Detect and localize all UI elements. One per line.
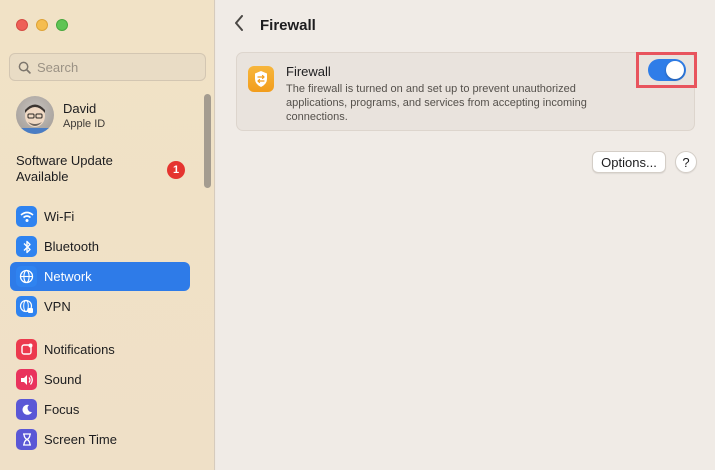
account-subtitle: Apple ID — [63, 117, 106, 130]
sidebar-group-network: Wi-Fi Bluetooth Network VPN — [10, 202, 190, 322]
sidebar-group-notifications: Notifications Sound Focus Screen Time — [10, 335, 190, 455]
search-placeholder: Search — [37, 59, 79, 75]
sidebar-item-sound[interactable]: Sound — [10, 365, 190, 394]
toggle-highlight-box — [636, 52, 697, 88]
hourglass-icon — [16, 429, 37, 450]
main-pane: Firewall Firewall The firewall is turned… — [216, 0, 715, 470]
minimize-button[interactable] — [36, 19, 48, 31]
settings-window: Search David Apple ID Software Update Av… — [0, 0, 715, 470]
firewall-icon — [248, 66, 274, 92]
globe-icon — [16, 266, 37, 287]
sidebar-item-focus[interactable]: Focus — [10, 395, 190, 424]
sidebar: Search David Apple ID Software Update Av… — [0, 0, 215, 470]
wifi-icon — [16, 206, 37, 227]
apple-id-account[interactable]: David Apple ID — [16, 96, 105, 134]
search-input[interactable]: Search — [9, 53, 206, 81]
software-update-label: Software Update Available — [16, 153, 113, 184]
sidebar-item-screen-time[interactable]: Screen Time — [10, 425, 190, 454]
sidebar-item-bluetooth[interactable]: Bluetooth — [10, 232, 190, 261]
page-title: Firewall — [260, 17, 316, 34]
toggle-knob — [665, 61, 684, 79]
sidebar-item-label: Bluetooth — [44, 239, 99, 254]
window-controls — [16, 19, 68, 31]
sidebar-item-label: Network — [44, 269, 92, 284]
sidebar-item-label: Notifications — [44, 342, 115, 357]
software-update-item[interactable]: Software Update Available 1 — [16, 153, 191, 185]
moon-icon — [16, 399, 37, 420]
sidebar-item-network[interactable]: Network — [10, 262, 190, 291]
firewall-description: The firewall is turned on and set up to … — [286, 83, 587, 123]
sidebar-scrollbar[interactable] — [204, 94, 211, 188]
bluetooth-icon — [16, 236, 37, 257]
sidebar-item-label: Focus — [44, 402, 80, 417]
sidebar-item-label: Sound — [44, 372, 82, 387]
sidebar-item-vpn[interactable]: VPN — [10, 292, 190, 321]
avatar — [16, 96, 54, 134]
sidebar-item-label: Screen Time — [44, 432, 117, 447]
account-name: David — [63, 100, 97, 116]
sidebar-item-label: Wi-Fi — [44, 209, 75, 224]
back-chevron-icon[interactable] — [234, 14, 244, 37]
vpn-icon — [16, 296, 37, 317]
firewall-card: Firewall The firewall is turned on and s… — [236, 52, 695, 131]
close-button[interactable] — [16, 19, 28, 31]
search-icon — [18, 61, 31, 74]
pane-header: Firewall — [234, 14, 316, 37]
firewall-toggle[interactable] — [647, 59, 686, 81]
speaker-icon — [16, 369, 37, 390]
help-button[interactable]: ? — [675, 151, 697, 173]
update-count-badge: 1 — [167, 161, 185, 179]
zoom-button[interactable] — [56, 19, 68, 31]
sidebar-item-label: VPN — [44, 299, 71, 314]
firewall-title: Firewall — [286, 64, 331, 79]
options-button[interactable]: Options... — [592, 151, 666, 173]
sidebar-item-wifi[interactable]: Wi-Fi — [10, 202, 190, 231]
bell-icon — [16, 339, 37, 360]
sidebar-item-notifications[interactable]: Notifications — [10, 335, 190, 364]
